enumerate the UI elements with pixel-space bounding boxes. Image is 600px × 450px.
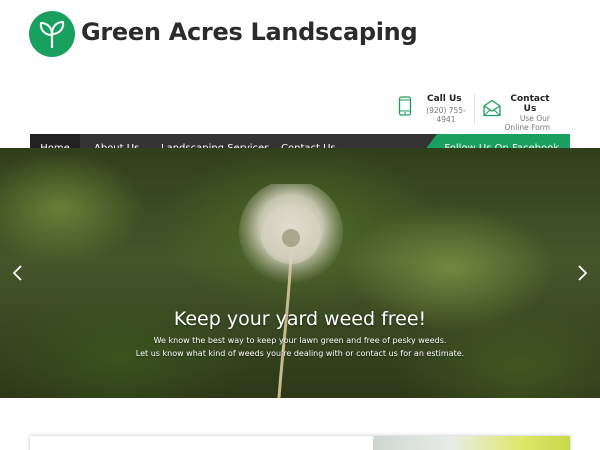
dandelion-image (239, 184, 343, 398)
hero-slider: Keep your yard weed free! We know the be… (0, 148, 600, 398)
phone-icon (398, 96, 412, 116)
call-us-title: Call Us (427, 94, 462, 104)
contact-us-title: Contact Us (510, 94, 550, 114)
sprout-icon (39, 20, 65, 49)
site-title[interactable]: Green Acres Landscaping (81, 18, 418, 46)
site-logo[interactable] (29, 11, 75, 57)
content-card-image (373, 436, 570, 450)
contact-divider (474, 94, 475, 124)
hero-text-line2: Let us know what kind of weeds you're de… (135, 349, 465, 358)
slider-next-arrow[interactable] (575, 264, 589, 282)
phone-number[interactable]: (920) 755-4941 (423, 106, 469, 124)
online-form-link[interactable]: Use Our Online Form (494, 114, 550, 132)
hero-heading: Keep your yard weed free! (173, 308, 427, 330)
hero-text-line1: We know the best way to keep your lawn g… (153, 336, 447, 345)
slider-prev-arrow[interactable] (11, 264, 25, 282)
